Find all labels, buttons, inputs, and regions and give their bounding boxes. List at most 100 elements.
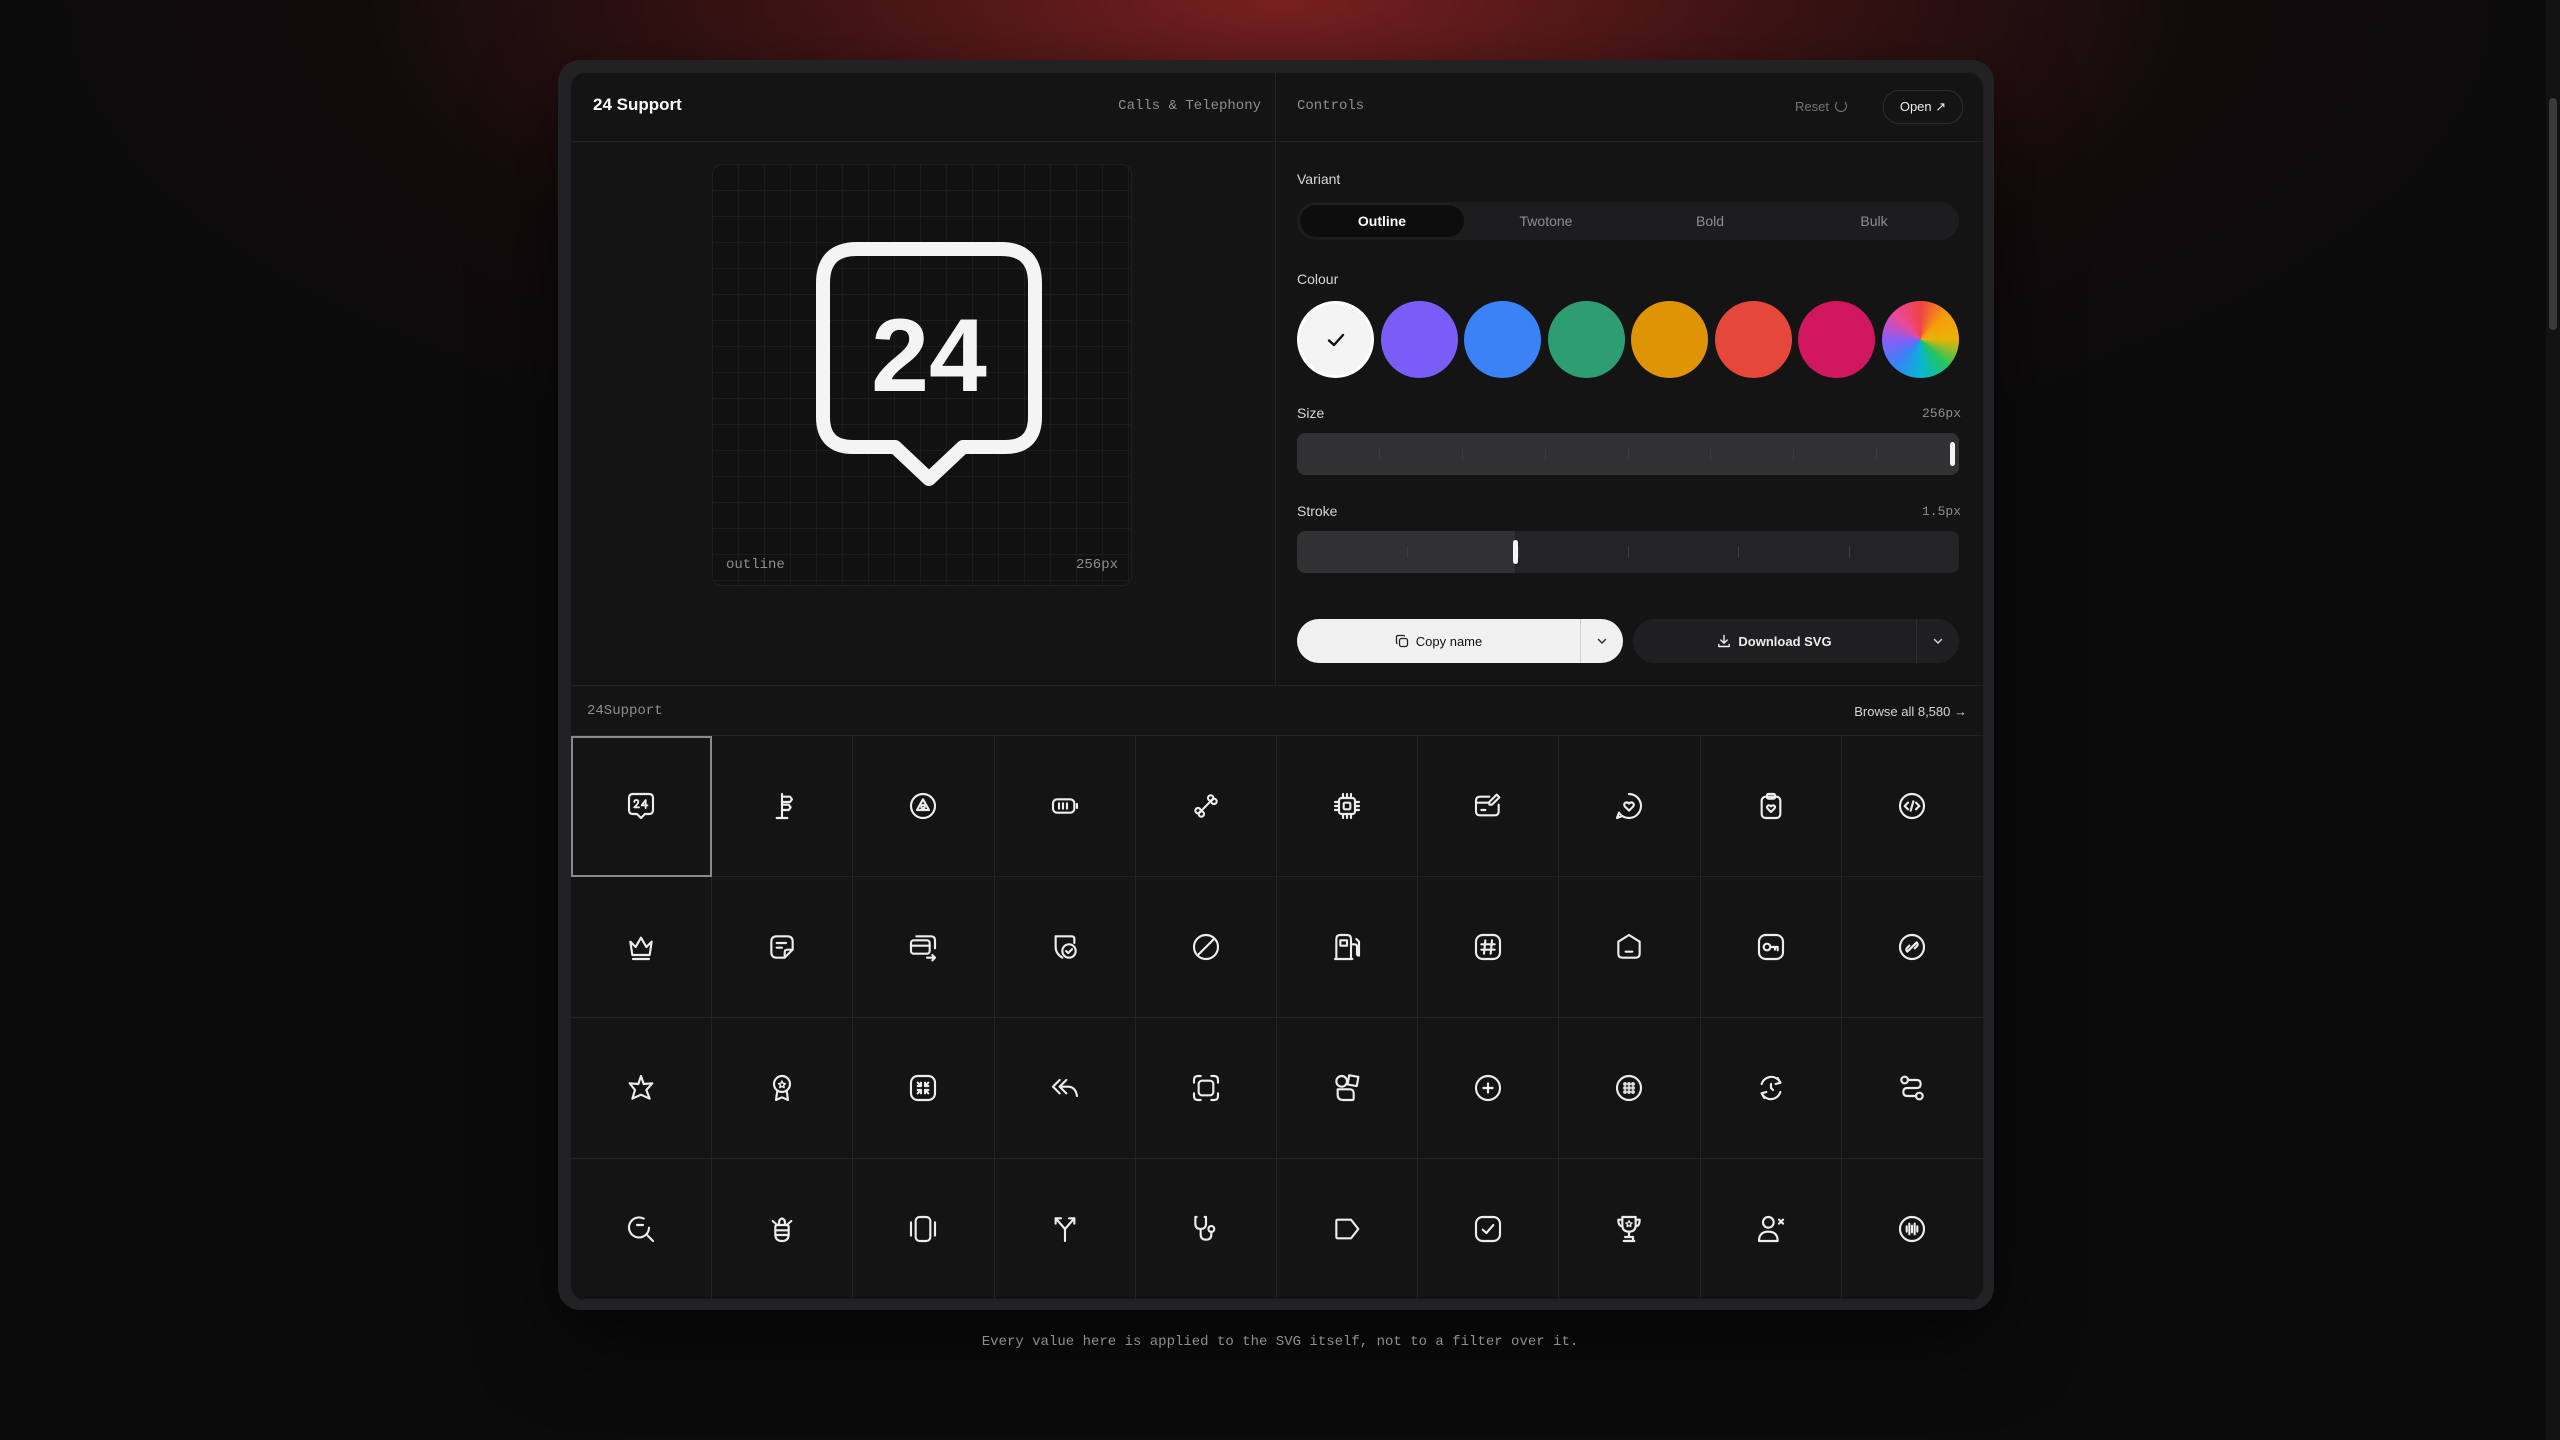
icon-cell[interactable] [994,736,1136,877]
colour-swatch-amber[interactable] [1631,301,1709,378]
icon-cell[interactable] [853,1159,995,1300]
icon-cell[interactable] [1559,1159,1701,1300]
user-remove-icon [1757,1215,1784,1243]
icon-cell[interactable] [1418,877,1560,1018]
code-circle-icon [1899,792,1926,820]
variant-option-bold[interactable]: Bold [1628,205,1792,237]
bone-icon [1194,794,1218,818]
copy-name-button[interactable]: Copy name [1297,619,1580,663]
refresh-circle-icon [1760,1075,1782,1101]
icon-cell[interactable] [1135,1018,1277,1159]
size-label: Size [1297,405,1325,421]
browse-all-link[interactable]: Browse all 8,580 → [1854,704,1967,719]
icon-cell[interactable] [1559,736,1701,877]
icon-cell[interactable] [1276,736,1419,877]
24-support-icon [628,792,655,820]
icon-cell[interactable] [1559,1018,1701,1159]
icon-cell[interactable] [712,1159,854,1300]
medal-icon [773,1074,792,1102]
icon-cell[interactable] [1559,877,1701,1018]
colour-swatch-white[interactable] [1297,301,1374,378]
frame-icon [1192,1074,1219,1102]
icon-category[interactable]: Calls & Telephony [1118,98,1261,114]
key-square-icon [1757,933,1784,961]
icon-cell[interactable] [1135,877,1277,1018]
variant-option-outline[interactable]: Outline [1300,205,1464,237]
column-divider [1275,73,1276,685]
size-slider[interactable] [1297,433,1959,475]
icon-cell[interactable] [1276,1159,1419,1300]
size-slider-tick [1379,448,1380,460]
variant-segmented-control: Outline Twotone Bold Bulk [1297,202,1959,240]
icon-cell[interactable] [1700,736,1842,877]
colour-swatch-custom[interactable] [1881,301,1959,378]
icon-set-name: 24Support [587,703,663,719]
icon-cell[interactable] [1135,1159,1277,1300]
variant-option-twotone[interactable]: Twotone [1464,205,1628,237]
icon-cell[interactable] [1841,1159,1983,1300]
icon-cell[interactable] [1700,1159,1842,1300]
icon-cell[interactable] [853,1018,995,1159]
icon-cell[interactable] [853,736,995,877]
split-arrows-icon [1054,1217,1076,1243]
icon-cell[interactable] [1418,1018,1560,1159]
colour-swatch-red[interactable] [1714,301,1792,378]
colour-swatch-violet[interactable] [1380,301,1458,378]
icon-cell[interactable] [571,736,713,877]
icon-cell[interactable] [1841,736,1983,877]
open-button[interactable]: Open ↗ [1883,90,1963,124]
controls-heading: Controls [1297,98,1365,114]
stroke-slider[interactable] [1297,531,1959,573]
icon-cell[interactable] [1276,877,1419,1018]
colour-swatch-magenta[interactable] [1798,301,1876,378]
star-icon [628,1074,654,1100]
stroke-slider-tick [1518,546,1519,558]
icon-cell[interactable] [712,1018,854,1159]
stroke-value: 1.5px [1921,504,1961,519]
icon-cell[interactable] [571,877,713,1018]
note-icon [770,935,795,959]
page-scrollbar[interactable] [2546,0,2560,1440]
copy-options-dropdown[interactable] [1580,619,1623,663]
icon-cell[interactable] [994,1159,1136,1300]
icon-cell[interactable] [1700,1018,1842,1159]
download-options-dropdown[interactable] [1916,619,1959,663]
chevron-down-icon [1597,638,1607,644]
reset-label: Reset [1795,99,1829,114]
hashtag-square-icon [1475,933,1502,961]
icon-cell[interactable] [712,736,854,877]
icon-cell[interactable] [712,877,854,1018]
icon-cell[interactable] [1700,877,1842,1018]
stroke-slider-handle[interactable] [1513,540,1518,564]
reset-button[interactable]: Reset [1795,99,1847,114]
size-value: 256px [1921,406,1961,421]
icon-cell[interactable] [571,1159,713,1300]
checkbox-icon [1475,1215,1502,1243]
copy-name-button-group: Copy name [1297,619,1623,663]
icon-cell[interactable] [1276,1018,1419,1159]
download-svg-button[interactable]: Download SVG [1633,619,1916,663]
icon-cell[interactable] [1418,1159,1560,1300]
reset-icon [1834,100,1847,112]
forbidden-circle-icon [1192,933,1219,961]
icon-cell[interactable] [1135,736,1277,877]
battery-icon [1051,798,1078,814]
icon-cell[interactable] [571,1018,713,1159]
cpu-chip-icon [1334,792,1361,820]
icon-cell[interactable] [994,1018,1136,1159]
icon-cell[interactable] [853,877,995,1018]
stroke-slider-tick [1628,546,1629,558]
icon-cell[interactable] [994,877,1136,1018]
size-slider-handle[interactable] [1950,442,1955,466]
icon-cell[interactable] [1418,736,1560,877]
icon-cell[interactable] [1841,1018,1983,1159]
scrollbar-thumb[interactable] [2549,98,2557,330]
colour-swatch-blue[interactable] [1464,301,1542,378]
size-slider-tick [1710,448,1711,460]
link-circle-icon [1899,933,1926,961]
icon-cell[interactable] [1841,877,1983,1018]
icon-title: 24 Support [593,95,682,114]
colour-swatch-green[interactable] [1547,301,1625,378]
variant-option-bulk[interactable]: Bulk [1792,205,1956,237]
section-divider [571,685,1983,686]
